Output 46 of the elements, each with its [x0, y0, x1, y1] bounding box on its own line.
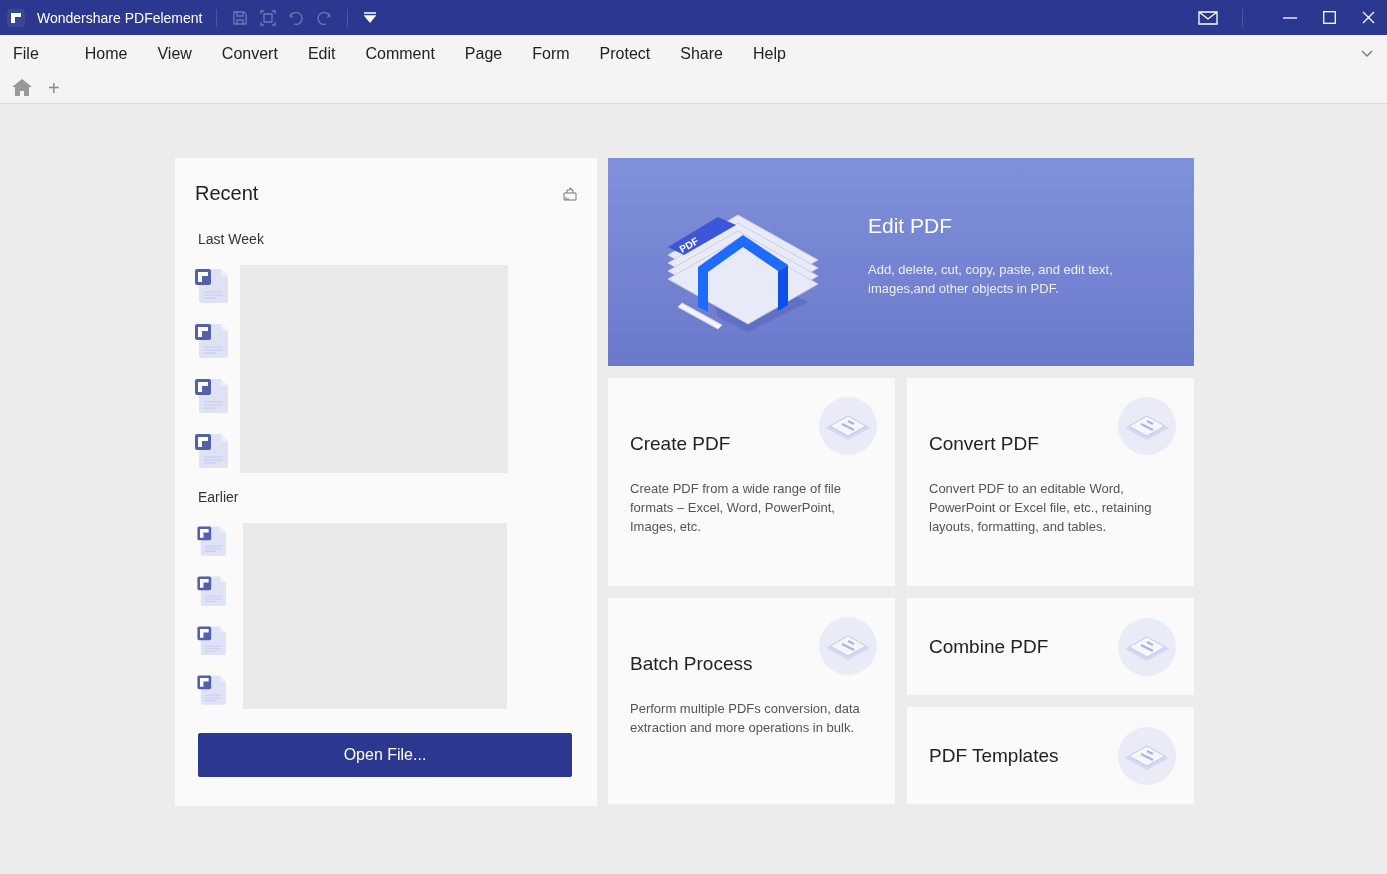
card-title: Create PDF — [630, 433, 731, 455]
card-title: Combine PDF — [929, 635, 1049, 658]
close-icon[interactable] — [1362, 11, 1375, 24]
menu-item[interactable]: Home — [84, 44, 128, 63]
menu-item[interactable]: Page — [464, 44, 503, 63]
menu-item[interactable]: File — [13, 44, 39, 63]
window-title: Wondershare PDFelement — [37, 9, 203, 26]
card-title: Convert PDF — [929, 433, 1039, 455]
card-title: PDF Templates — [929, 744, 1059, 767]
menu-item[interactable]: Protect — [599, 44, 651, 63]
feature-card[interactable]: Create PDF Create PDF from a wide range of file formats – Excel, Word, PowerPoint, Images, etc. — [608, 378, 895, 586]
feature-card[interactable]: Convert PDF Convert PDF to an editable Word, PowerPoint or Excel file, etc., retaining layouts, formatting, and tables. — [907, 378, 1194, 586]
card-description: Convert PDF to an editable Word, PowerPoint or Excel file, etc., retaining layouts, formatting, and tables. — [929, 480, 1153, 536]
menu-item[interactable]: Help — [752, 44, 786, 63]
card-description: Add, delete, cut, copy, paste, and edit text, images,and other objects in PDF. — [868, 261, 1114, 298]
document-illustration-icon — [1118, 397, 1176, 455]
app-logo-icon — [7, 8, 25, 27]
home-icon[interactable] — [12, 79, 32, 96]
document-illustration-icon — [819, 617, 877, 675]
menu-item[interactable]: Edit — [307, 44, 336, 63]
menu-item[interactable]: Form — [532, 44, 570, 63]
mail-icon[interactable] — [1198, 10, 1218, 25]
dropdown-icon[interactable] — [363, 10, 378, 25]
feature-card[interactable]: PDF Edit PDF Add, delete, cut, copy, paste, and edit text, images,and other objects in PDF. — [608, 158, 1194, 366]
chevron-down-icon[interactable] — [1361, 49, 1373, 58]
card-description: Perform multiple PDFs conversion, data extraction and more operations in bulk. — [630, 700, 861, 737]
card-description: Create PDF from a wide range of file formats – Excel, Word, PowerPoint, Images, etc. — [630, 480, 842, 536]
menu-item[interactable]: Share — [680, 44, 723, 63]
panel-title: Recent — [195, 182, 259, 205]
document-illustration-icon — [1118, 726, 1176, 785]
maximize-icon[interactable] — [1323, 11, 1336, 24]
menu-item[interactable]: View — [157, 44, 192, 63]
section-label: Last Week — [198, 231, 265, 247]
feature-card[interactable]: PDF Templates — [907, 707, 1194, 804]
document-illustration-icon — [1118, 617, 1176, 676]
menu-item[interactable]: Comment — [365, 44, 435, 63]
card-title: Batch Process — [630, 653, 753, 675]
feature-card[interactable]: Batch Process Perform multiple PDFs conversion, data extraction and more operations in bulk. — [608, 598, 895, 804]
feature-card[interactable]: Combine PDF — [907, 598, 1194, 695]
section-label: Earlier — [198, 489, 240, 505]
menu-item[interactable]: Convert — [221, 44, 278, 63]
eraser-icon[interactable] — [563, 186, 577, 201]
document-illustration-icon — [819, 397, 877, 455]
open-file-button[interactable]: Open File... — [198, 733, 572, 777]
document-stack-drawing: PDF — [648, 187, 838, 337]
card-title: Edit PDF — [868, 214, 953, 238]
